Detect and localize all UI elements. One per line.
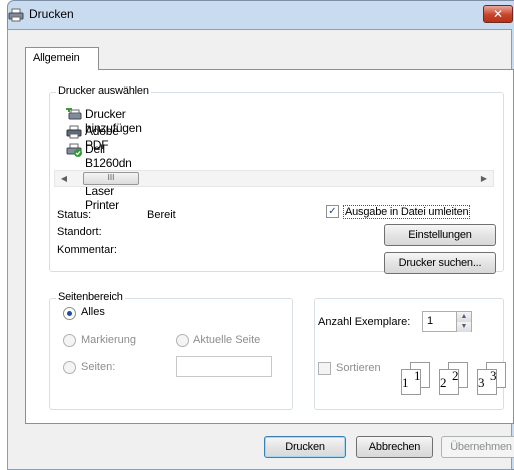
printer-select-label: Drucker auswählen xyxy=(56,85,151,97)
window-title: Drucken xyxy=(29,7,74,21)
radio-all-label[interactable]: Alles xyxy=(81,306,105,318)
apply-button[interactable]: Übernehmen xyxy=(441,436,514,458)
radio-current-page-label[interactable]: Aktuelle Seite xyxy=(193,334,260,346)
add-printer-icon xyxy=(66,106,82,122)
scroll-left-icon[interactable]: ◀ xyxy=(56,171,72,186)
copies-label: Anzahl Exemplare: xyxy=(318,316,411,328)
print-to-file-checkbox[interactable]: ✓ xyxy=(326,205,339,218)
close-icon: ✕ xyxy=(492,7,504,21)
printer-icon xyxy=(8,8,24,22)
radio-selection[interactable] xyxy=(63,334,76,347)
cancel-button[interactable]: Abbrechen xyxy=(356,436,433,458)
copies-value[interactable]: 1 xyxy=(427,315,433,327)
scroll-thumb[interactable]: III xyxy=(83,172,139,185)
tab-label: Allgemein xyxy=(33,52,80,64)
print-button[interactable]: Drucken xyxy=(264,436,346,458)
collate-checkbox[interactable] xyxy=(318,362,331,375)
radio-pages-label[interactable]: Seiten: xyxy=(81,361,115,373)
settings-button-label: Einstellungen xyxy=(408,229,472,241)
apply-button-label: Übernehmen xyxy=(450,441,512,453)
pages-input[interactable] xyxy=(176,356,272,377)
radio-current-page[interactable] xyxy=(176,334,189,347)
location-label: Standort: xyxy=(57,226,102,238)
cancel-button-label: Abbrechen xyxy=(368,441,421,453)
radio-selection-label[interactable]: Markierung xyxy=(81,334,136,346)
spin-up-icon[interactable]: ▲ xyxy=(456,312,471,322)
close-button[interactable]: ✕ xyxy=(483,5,513,23)
find-printer-button[interactable]: Drucker suchen... xyxy=(384,252,496,274)
title-bar[interactable]: Drucken xyxy=(0,0,514,30)
comment-label: Kommentar: xyxy=(57,244,117,256)
copies-stepper[interactable]: 1 ▲ ▼ xyxy=(422,311,472,332)
radio-pages[interactable] xyxy=(63,361,76,374)
print-button-label: Drucken xyxy=(285,441,325,453)
tab-allgemein[interactable]: Allgemein xyxy=(25,47,99,70)
radio-all[interactable] xyxy=(63,307,76,320)
radio-selected-dot xyxy=(67,311,72,316)
status-label: Status: xyxy=(57,209,92,221)
scroll-right-icon[interactable]: ▶ xyxy=(476,171,492,186)
print-to-file-label[interactable]: Ausgabe in Datei umleiten xyxy=(343,205,471,219)
status-value: Bereit xyxy=(147,209,176,221)
page-range-label: Seitenbereich xyxy=(56,291,125,303)
printer-icon xyxy=(66,125,82,139)
find-printer-button-label: Drucker suchen... xyxy=(398,257,482,269)
collate-label[interactable]: Sortieren xyxy=(336,362,381,374)
spin-down-icon[interactable]: ▼ xyxy=(456,322,471,332)
settings-button[interactable]: Einstellungen xyxy=(384,224,496,246)
default-printer-icon xyxy=(66,143,82,157)
printer-list-scrollbar[interactable]: ◀ III ▶ xyxy=(54,170,494,187)
